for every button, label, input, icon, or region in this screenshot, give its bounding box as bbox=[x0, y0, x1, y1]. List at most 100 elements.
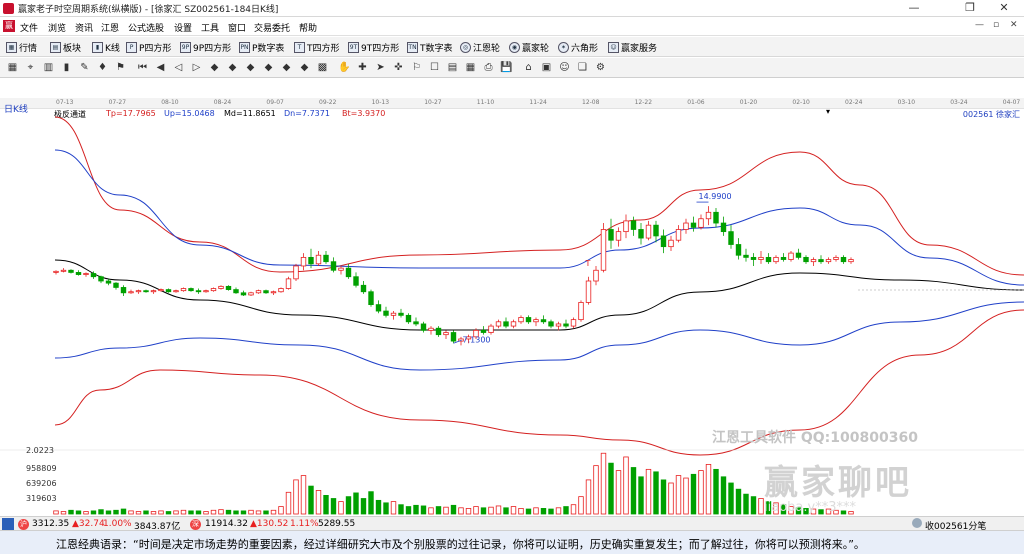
low-marker-line bbox=[453, 339, 462, 344]
toolbar-gann-wheel[interactable]: ◎ 江恩轮 bbox=[460, 39, 500, 55]
toolbar-t-square[interactable]: T T四方形 bbox=[294, 39, 340, 55]
candle-body bbox=[600, 229, 607, 271]
prev-icon[interactable]: ◀ bbox=[154, 61, 167, 74]
menu-file[interactable]: 文件 bbox=[20, 21, 38, 34]
diamond3-icon[interactable]: ◆ bbox=[244, 61, 257, 74]
back-icon[interactable]: ◁ bbox=[172, 61, 185, 74]
toolbar-quotes[interactable]: ▦ 行情 bbox=[6, 39, 37, 55]
cross-icon[interactable]: ✚ bbox=[356, 61, 369, 74]
home-icon[interactable]: ⌂ bbox=[522, 61, 535, 74]
menu-gann[interactable]: 江恩 bbox=[101, 21, 119, 34]
drop-icon[interactable]: ♦ bbox=[96, 61, 109, 74]
grid2-icon[interactable]: ▩ bbox=[316, 61, 329, 74]
first-icon[interactable]: ⏮ bbox=[136, 61, 149, 74]
volume-bar bbox=[218, 509, 224, 515]
toolbar-p-table-label: P数字表 bbox=[252, 43, 285, 54]
menu-trade[interactable]: 交易委托 bbox=[254, 21, 290, 34]
candle-body bbox=[758, 256, 764, 260]
window-icon[interactable]: ❏ bbox=[576, 61, 589, 74]
minimize-button[interactable]: — bbox=[892, 0, 936, 16]
volume-bar bbox=[135, 511, 142, 515]
toolbar-t-table[interactable]: TN T数字表 bbox=[407, 39, 453, 55]
pen-icon[interactable]: ✎ bbox=[78, 61, 91, 74]
volume-bar bbox=[390, 501, 397, 515]
toolbar-kline[interactable]: ▮ K线 bbox=[92, 39, 120, 55]
table-icon[interactable]: ▦ bbox=[464, 61, 477, 74]
cursor-icon[interactable]: ⌖ bbox=[24, 61, 37, 74]
toolbar-service[interactable]: ☺ 赢家服务 bbox=[608, 39, 657, 55]
save-icon[interactable]: 💾 bbox=[500, 61, 513, 74]
bar-chart-icon[interactable]: ▥ bbox=[42, 61, 55, 74]
service-icon: ☺ bbox=[608, 41, 619, 53]
toolbar-winner-wheel[interactable]: ◉ 赢家轮 bbox=[509, 39, 549, 55]
diamond5-icon[interactable]: ◆ bbox=[280, 61, 293, 74]
status-grid-icon[interactable] bbox=[2, 518, 14, 530]
indicator-up: Up=15.0468 bbox=[164, 109, 215, 118]
magnet-icon[interactable]: ✜ bbox=[392, 61, 405, 74]
app-menu-icon[interactable]: 赢 bbox=[3, 20, 15, 32]
tools-icon[interactable]: ⚙ bbox=[594, 61, 607, 74]
volume-bar bbox=[480, 507, 487, 515]
toolbar-sector[interactable]: ▤ 板块 bbox=[50, 39, 81, 55]
print-icon[interactable]: ⎙ bbox=[482, 61, 495, 74]
toolbar-9t-square[interactable]: 9T 9T四方形 bbox=[348, 39, 399, 55]
band-top-outer bbox=[54, 116, 1024, 276]
kline-icon: ▮ bbox=[92, 41, 103, 53]
volume-bar bbox=[225, 509, 232, 515]
flag-icon[interactable]: ⚑ bbox=[114, 61, 127, 74]
menu-news[interactable]: 资讯 bbox=[75, 21, 93, 34]
menu-settings[interactable]: 设置 bbox=[174, 21, 192, 34]
close-button[interactable]: ✕ bbox=[982, 0, 1024, 16]
toolbar-winner-wheel-label: 赢家轮 bbox=[522, 43, 550, 54]
toolbar-9t-square-label: 9T四方形 bbox=[361, 43, 400, 54]
toolbar-p-table[interactable]: PN P数字表 bbox=[239, 39, 284, 55]
toolbar-hexagon[interactable]: ✶ 六角形 bbox=[558, 39, 598, 55]
candlestick-icon[interactable]: ▮ bbox=[60, 61, 73, 74]
hand-icon[interactable]: ✋ bbox=[338, 61, 351, 74]
toolbar-9p-square[interactable]: 9P 9P四方形 bbox=[180, 39, 231, 55]
sh-index-icon: 沪 bbox=[18, 519, 29, 530]
candle-body bbox=[83, 273, 89, 275]
candle-body bbox=[690, 222, 697, 228]
candle-body bbox=[795, 252, 802, 258]
box-icon[interactable]: ☐ bbox=[428, 61, 441, 74]
diamond6-icon[interactable]: ◆ bbox=[298, 61, 311, 74]
candle-body bbox=[765, 256, 772, 263]
time-axis-tick: 11-24 bbox=[529, 99, 547, 106]
mdi-close-button[interactable]: ✕ bbox=[1010, 20, 1018, 30]
mdi-minimize-button[interactable]: — bbox=[975, 20, 984, 30]
time-axis-tick: 07-27 bbox=[108, 99, 127, 106]
watermark-text: 江恩工具软件 QQ:100800360 bbox=[712, 430, 918, 446]
candle-body bbox=[293, 265, 299, 280]
menu-tools[interactable]: 工具 bbox=[201, 21, 219, 34]
status-alarm-icon[interactable] bbox=[912, 518, 922, 528]
menu-help[interactable]: 帮助 bbox=[299, 21, 317, 34]
arrow-icon[interactable]: ➤ bbox=[374, 61, 387, 74]
t-table-icon: TN bbox=[407, 41, 418, 53]
diamond-icon[interactable]: ◆ bbox=[208, 61, 221, 74]
candle-body bbox=[383, 310, 389, 316]
candle-body bbox=[675, 229, 682, 241]
flag2-icon[interactable]: ⚐ bbox=[410, 61, 423, 74]
volume-bar bbox=[668, 482, 674, 515]
toolbar-t-square-label: T四方形 bbox=[307, 43, 340, 54]
diamond2-icon[interactable]: ◆ bbox=[226, 61, 239, 74]
menu-browse[interactable]: 浏览 bbox=[48, 21, 66, 34]
screen-icon[interactable]: ▣ bbox=[540, 61, 553, 74]
diamond4-icon[interactable]: ◆ bbox=[262, 61, 275, 74]
user-icon[interactable]: ☺ bbox=[558, 61, 571, 74]
calendar-icon[interactable]: ▤ bbox=[446, 61, 459, 74]
menu-formula-select[interactable]: 公式选股 bbox=[128, 21, 164, 34]
volume-scale: 2.0223 958809 639206 319603 bbox=[0, 442, 58, 516]
toolbar-p-square[interactable]: P P四方形 bbox=[126, 39, 171, 55]
candle-body bbox=[540, 319, 547, 323]
app-icon bbox=[3, 3, 14, 14]
menu-window[interactable]: 窗口 bbox=[228, 21, 246, 34]
dropdown-arrow-icon[interactable]: ▾ bbox=[826, 107, 830, 116]
candle-body bbox=[323, 254, 329, 263]
forward-icon[interactable]: ▷ bbox=[190, 61, 203, 74]
candle-body bbox=[593, 269, 599, 282]
mdi-restore-button[interactable]: ▫ bbox=[993, 20, 999, 30]
grid-icon[interactable]: ▦ bbox=[6, 61, 19, 74]
volume-bar bbox=[233, 510, 239, 515]
